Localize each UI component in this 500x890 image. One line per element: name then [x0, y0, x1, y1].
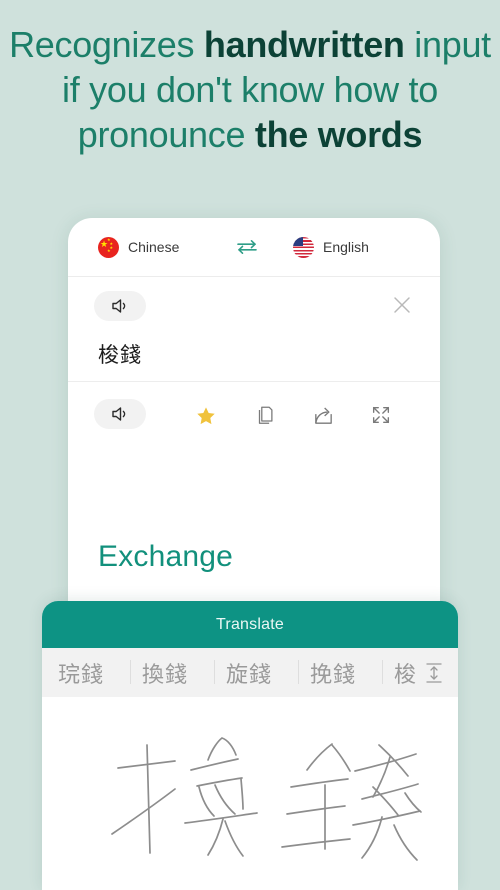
candidate-separator: [130, 660, 131, 684]
target-language-label: English: [323, 239, 369, 255]
swap-arrows-icon[interactable]: [234, 238, 260, 256]
headline-text-regular: pronounce: [77, 114, 255, 155]
candidate-suggestions-bar: 琓錢 換錢 旋錢 挽錢 梭: [42, 648, 458, 697]
language-bar: ★ ★ ★ ★ ★ Chinese English: [68, 218, 440, 277]
result-speaker-button[interactable]: [94, 399, 146, 429]
target-language-selector[interactable]: English: [293, 236, 369, 258]
candidate-item[interactable]: 換錢: [142, 657, 188, 689]
headline-line-1: Recognizes handwritten input: [0, 22, 500, 67]
candidate-separator: [382, 660, 383, 684]
headline-text-bold: handwritten: [203, 24, 405, 65]
candidate-separator: [298, 660, 299, 684]
translate-button[interactable]: Translate: [42, 601, 458, 648]
headline-line-3: pronounce the words: [0, 112, 500, 157]
source-text[interactable]: 梭錢: [98, 339, 142, 369]
star-icon[interactable]: [193, 403, 219, 429]
fullscreen-icon[interactable]: [368, 402, 394, 428]
page-root: Recognizes handwritten input if you don'…: [0, 0, 500, 890]
source-speaker-button[interactable]: [94, 291, 146, 321]
headline-text-bold: the words: [254, 114, 423, 155]
handwriting-canvas[interactable]: [42, 697, 458, 890]
candidate-item[interactable]: 挽錢: [310, 657, 356, 689]
copy-icon[interactable]: [252, 402, 278, 428]
headline-text-regular: if you don't know how to: [62, 69, 438, 110]
page-title: Recognizes handwritten input if you don'…: [0, 22, 500, 157]
result-action-row: [68, 382, 440, 446]
handwriting-keyboard-panel: Translate 琓錢 換錢 旋錢 挽錢 梭: [42, 601, 458, 890]
headline-text-regular: Recognizes: [9, 24, 204, 65]
candidate-item[interactable]: 梭: [394, 657, 417, 689]
flag-usa-icon: [293, 236, 314, 258]
headline-line-2: if you don't know how to: [0, 67, 500, 112]
source-language-label: Chinese: [128, 239, 180, 255]
candidate-separator: [214, 660, 215, 684]
share-icon[interactable]: [310, 402, 336, 428]
source-language-selector[interactable]: ★ ★ ★ ★ ★ Chinese: [98, 236, 180, 258]
expand-vertical-icon[interactable]: [424, 661, 444, 685]
translate-button-label: Translate: [216, 615, 284, 633]
source-text-panel: 梭錢: [68, 277, 440, 381]
headline-text-regular: input: [404, 24, 491, 65]
translation-result-text[interactable]: Exchange: [98, 540, 233, 574]
candidate-item[interactable]: 旋錢: [226, 657, 272, 689]
candidate-item[interactable]: 琓錢: [58, 657, 104, 689]
flag-china-icon: ★ ★ ★ ★ ★: [98, 236, 119, 258]
clear-source-button[interactable]: [390, 293, 414, 317]
